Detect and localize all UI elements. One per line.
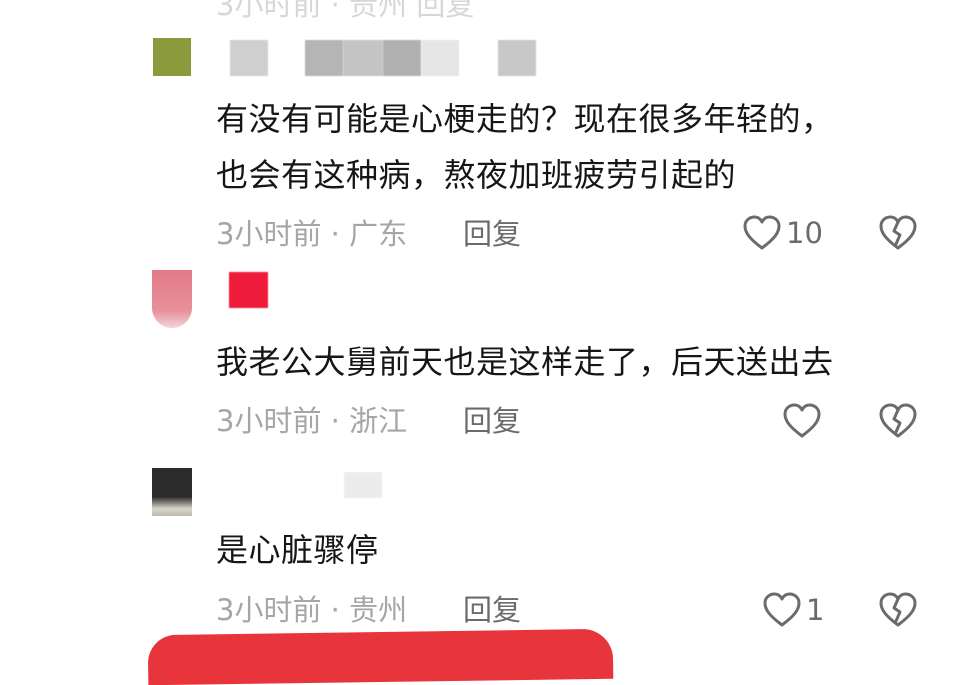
dislike-button[interactable]	[878, 402, 918, 444]
comment-time: 3小时前	[216, 593, 322, 627]
avatar[interactable]	[152, 468, 192, 516]
comment-location: 浙江	[349, 404, 408, 438]
like-button[interactable]: 10	[742, 214, 823, 252]
avatar[interactable]	[153, 38, 191, 76]
comment-text-line: 也会有这种病，熬夜加班疲劳引起的	[216, 156, 737, 194]
comment-text-line: 是心脏骤停	[216, 531, 379, 569]
broken-heart-icon	[879, 403, 917, 438]
reply-button[interactable]: 回复	[463, 404, 521, 438]
comment-text-line: 我老公大舅前天也是这样走了，后天送出去	[216, 343, 834, 381]
reply-button[interactable]: 回复	[463, 593, 521, 627]
comment-location: 贵州	[349, 593, 408, 627]
highlight-marker	[147, 628, 614, 685]
comment-meta: 3小时前 · 贵州	[216, 593, 407, 627]
meta-separator: ·	[321, 593, 350, 627]
broken-heart-icon	[879, 215, 917, 250]
like-count: 1	[806, 593, 825, 627]
comment-time: 3小时前	[216, 217, 322, 251]
like-button[interactable]: 1	[762, 591, 824, 629]
dislike-button[interactable]	[878, 214, 918, 256]
heart-outline-icon	[763, 592, 801, 627]
like-count: 10	[786, 216, 823, 250]
reply-button[interactable]: 回复	[463, 217, 521, 251]
comment-text-line: 有没有可能是心梗走的？现在很多年轻的，	[216, 100, 834, 138]
like-button[interactable]	[782, 402, 822, 440]
comment-meta: 3小时前 · 浙江	[216, 404, 407, 438]
heart-outline-icon	[743, 215, 781, 250]
avatar[interactable]	[152, 270, 192, 328]
broken-heart-icon	[879, 592, 917, 627]
heart-outline-icon	[783, 403, 821, 438]
comment-meta: 3小时前 · 广东	[216, 217, 407, 251]
comment-time: 3小时前	[216, 404, 322, 438]
dislike-button[interactable]	[878, 591, 918, 633]
comment-location: 广东	[349, 217, 408, 251]
meta-separator: ·	[321, 217, 350, 251]
meta-separator: ·	[321, 404, 350, 438]
previous-comment-meta-fragment: 3小时前 · 贵州 回复	[216, 0, 475, 22]
